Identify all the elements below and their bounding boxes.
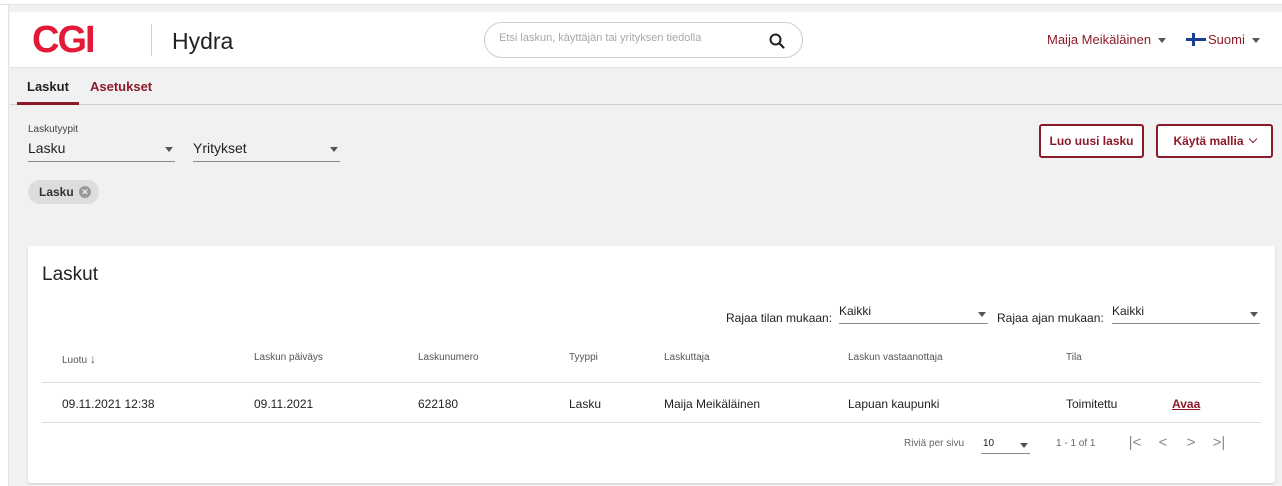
column-header-biller[interactable]: Laskuttaja	[664, 352, 710, 363]
chevron-down-icon	[1248, 134, 1257, 144]
arrow-down-icon: ↓	[90, 352, 97, 366]
column-header-status[interactable]: Tila	[1066, 352, 1082, 363]
cell-recipient: Lapuan kaupunki	[848, 397, 940, 411]
invoice-type-value: Lasku	[28, 140, 66, 156]
company-value: Yritykset	[193, 140, 247, 156]
dropdown-arrow-icon	[1020, 443, 1028, 448]
column-header-label: Luotu	[62, 355, 88, 366]
row-divider	[42, 422, 1261, 423]
dropdown-arrow-icon	[1250, 312, 1258, 317]
caret-down-icon	[1251, 38, 1260, 44]
main-tabs: Laskut Asetukset	[10, 68, 1282, 105]
status-filter-label: Rajaa tilan mukaan:	[726, 311, 833, 325]
cell-biller: Maija Meikäläinen	[664, 397, 761, 411]
card-title: Laskut	[42, 264, 98, 285]
time-filter-value: Kaikki	[1112, 304, 1145, 318]
rows-per-page-label: Riviä per sivu	[904, 438, 965, 449]
cell-type: Lasku	[569, 397, 602, 411]
logo-divider	[151, 24, 152, 56]
cell-date: 09.11.2021	[254, 397, 314, 411]
status-filter-value: Kaikki	[839, 304, 872, 318]
search-icon[interactable]	[768, 32, 786, 50]
cgi-logo[interactable]: CGI	[32, 20, 96, 60]
invoice-type-select[interactable]: Lasku	[28, 134, 175, 162]
user-menu[interactable]: Maija Meikäläinen	[1047, 32, 1167, 47]
tab-asetukset[interactable]: Asetukset	[90, 79, 152, 94]
use-template-button[interactable]: Käytä mallia	[1156, 124, 1273, 158]
language-label: Suomi	[1208, 32, 1245, 47]
dropdown-arrow-icon	[330, 147, 338, 152]
left-edge	[0, 5, 9, 486]
page-range: 1 - 1 of 1	[1056, 438, 1096, 449]
column-header-date[interactable]: Laskun päiväys	[254, 352, 323, 363]
new-invoice-button[interactable]: Luo uusi lasku	[1039, 124, 1144, 158]
search-input[interactable]	[499, 32, 749, 44]
finland-flag-icon	[1186, 33, 1206, 46]
rows-per-page-select[interactable]: 10	[981, 436, 1030, 454]
caret-down-icon	[1158, 38, 1167, 44]
search-box[interactable]	[484, 22, 803, 58]
app-header: CGI Hydra Maija Meikäläinen Suomi	[10, 12, 1282, 68]
filter-chip-label: Lasku	[39, 185, 74, 199]
previous-page-icon[interactable]: <	[1152, 432, 1174, 454]
invoices-card: Laskut Rajaa tilan mukaan: Kaikki Rajaa …	[28, 246, 1275, 483]
column-header-number[interactable]: Laskunumero	[418, 352, 479, 363]
active-tab-indicator	[17, 102, 79, 105]
time-filter-label: Rajaa ajan mukaan:	[997, 311, 1104, 325]
next-page-icon[interactable]: >	[1180, 432, 1202, 454]
remove-chip-icon[interactable]: ✕	[79, 186, 91, 198]
cell-status: Toimitettu	[1066, 397, 1118, 411]
user-name: Maija Meikäläinen	[1047, 32, 1152, 47]
column-header-type[interactable]: Tyyppi	[569, 352, 598, 363]
last-page-icon[interactable]: >|	[1208, 432, 1230, 454]
dropdown-arrow-icon	[165, 147, 173, 152]
time-filter-select[interactable]: Kaikki	[1112, 302, 1260, 324]
dropdown-arrow-icon	[978, 312, 986, 317]
open-invoice-link[interactable]: Avaa	[1172, 397, 1200, 411]
app-name: Hydra	[172, 28, 234, 54]
use-template-label: Käytä mallia	[1173, 134, 1244, 148]
rows-per-page-value: 10	[983, 438, 995, 449]
filter-chip: Lasku ✕	[28, 180, 99, 204]
header-divider	[42, 382, 1261, 383]
cell-created: 09.11.2021 12:38	[62, 397, 155, 411]
tab-laskut[interactable]: Laskut	[27, 79, 69, 94]
first-page-icon[interactable]: |<	[1124, 432, 1146, 454]
language-menu[interactable]: Suomi	[1186, 32, 1260, 47]
column-header-recipient[interactable]: Laskun vastaanottaja	[848, 352, 943, 363]
status-filter-select[interactable]: Kaikki	[839, 302, 988, 324]
top-border	[0, 0, 1282, 5]
column-header-created[interactable]: Luotu ↓	[62, 352, 96, 366]
cell-number: 622180	[418, 397, 459, 411]
company-select[interactable]: Yritykset	[193, 134, 340, 162]
